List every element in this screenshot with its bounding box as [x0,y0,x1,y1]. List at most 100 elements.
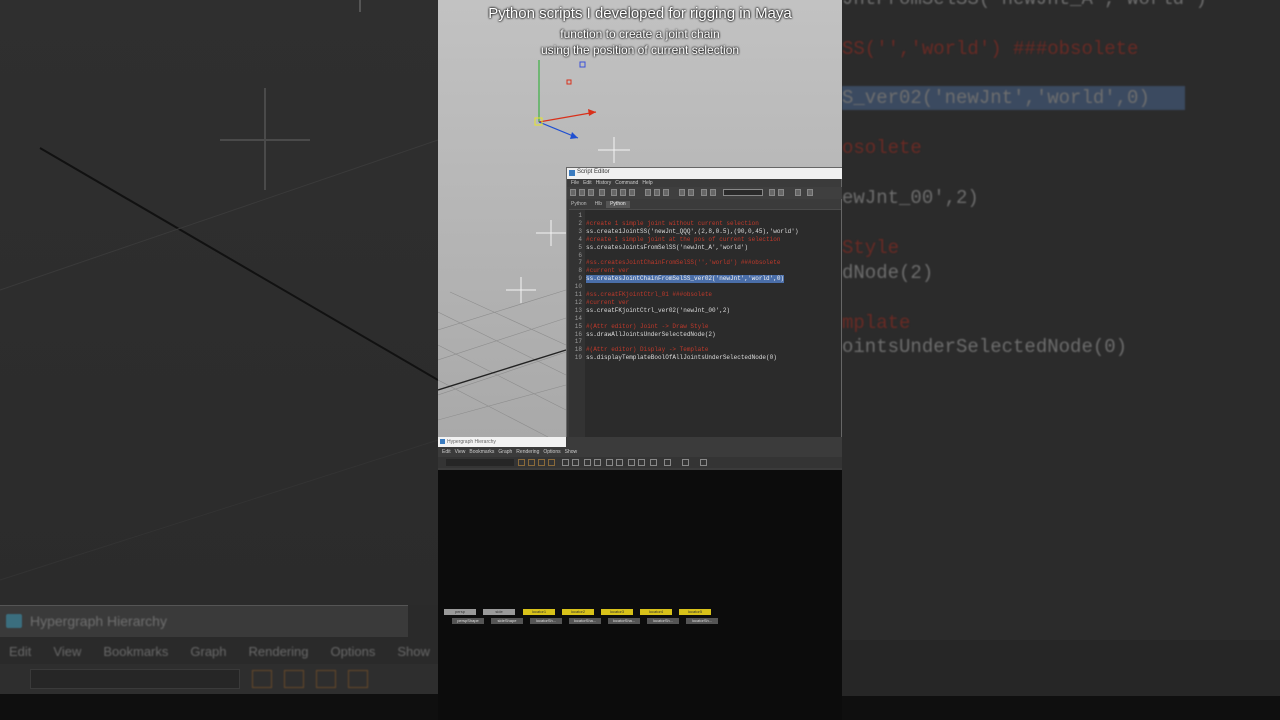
hypergraph-node[interactable]: side [483,609,515,615]
code-line[interactable]: 11 #ss.creatFKjointCtrl_01 ###obsolete [569,291,841,299]
tab-python[interactable]: Python [567,201,591,208]
open-icon[interactable] [570,189,576,196]
left-menu-item: Options [330,644,376,659]
menu-edit[interactable]: Edit [583,180,592,187]
script-editor-titlebar[interactable]: Script Editor [567,168,842,179]
clear-icon[interactable] [654,189,660,196]
right-code-line: dNode(2) [842,262,934,284]
code-line[interactable]: 10 [569,283,841,291]
code-line[interactable]: 14 [569,315,841,323]
check-icon[interactable] [629,189,635,196]
hypergraph-search-field[interactable] [446,459,514,466]
hg-menu-bookmarks[interactable]: Bookmarks [469,449,494,456]
hypergraph-shape-node[interactable]: locatorSha... [608,618,640,624]
code-line[interactable]: 15 #(Attr editor) Joint -> Draw Style [569,323,841,331]
list-icon[interactable] [688,189,694,196]
tab-python-active[interactable]: Python [606,201,630,208]
menu-file[interactable]: File [571,180,579,187]
font-icon[interactable] [795,189,801,196]
code-line[interactable]: 18 #(Attr editor) Display -> Template [569,346,841,354]
menu-history[interactable]: History [596,180,612,187]
hypergraph-node[interactable]: locator3 [601,609,633,615]
tool-icon[interactable] [628,459,635,466]
hg-menu-options[interactable]: Options [543,449,560,456]
tool-icon[interactable] [682,459,689,466]
comment-text: #current ver [586,298,630,306]
search-field[interactable] [723,189,763,196]
tool-icon[interactable] [538,459,545,466]
tool-icon[interactable] [572,459,579,466]
tool-icon[interactable] [562,459,569,466]
menu-command[interactable]: Command [615,180,638,187]
tool-icon[interactable] [616,459,623,466]
tool-icon[interactable] [518,459,525,466]
code-line[interactable]: 5 ss.createsJointsFromSelSS('newJnt_A','w… [569,244,841,252]
list-icon[interactable] [679,189,685,196]
left-menu-item: Bookmarks [103,644,169,659]
hypergraph-title: Hypergraph Hierarchy [447,439,496,445]
line-number: 3 [578,227,582,235]
tool-icon[interactable] [664,459,671,466]
tool-icon[interactable] [638,459,645,466]
hg-menu-graph[interactable]: Graph [498,449,512,456]
hg-menu-edit[interactable]: Edit [442,449,451,456]
save-as-icon[interactable] [588,189,594,196]
tool-icon[interactable] [650,459,657,466]
tool-icon[interactable] [606,459,613,466]
left-grid-lines [0,0,438,581]
script-editor-icon [569,170,575,176]
hypergraph-titlebar[interactable]: Hypergraph Hierarchy [438,437,566,447]
code-line[interactable]: 7 #ss.createsJointChainFromSelSS('','worl… [569,259,841,267]
clear-icon[interactable] [663,189,669,196]
tool-icon [252,670,272,688]
check-icon[interactable] [620,189,626,196]
hypergraph-node[interactable]: locator4 [640,609,672,615]
search-down-icon[interactable] [769,189,775,196]
code-line[interactable]: 9 ss.createsJointChainFromSelSS_ver02('ne… [569,275,841,284]
hypergraph-shape-node[interactable]: perspShape [452,618,484,624]
code-line[interactable]: 2 #create 1 simple joint without current … [569,220,841,228]
code-line[interactable]: 4 #create 1 simple joint at the pos of cu… [569,236,841,244]
code-line[interactable]: 12 #current ver [569,299,841,307]
hypergraph-node[interactable]: locator5 [679,609,711,615]
hypergraph-canvas[interactable]: persp side locator1 locator2 locator3 locator… [438,470,842,670]
hypergraph-node[interactable]: persp [444,609,476,615]
hypergraph-shape-node[interactable]: locatorSha... [569,618,601,624]
execute-icon[interactable] [710,189,716,196]
code-line[interactable]: 17 [569,338,841,346]
hypergraph-node[interactable]: locator1 [523,609,555,615]
tool-icon[interactable] [584,459,591,466]
check-icon[interactable] [611,189,617,196]
echo-icon[interactable] [599,189,605,196]
code-line[interactable]: 8 #current ver [569,267,841,275]
line-number: 8 [578,267,582,275]
tool-icon[interactable] [700,459,707,466]
hg-menu-view[interactable]: View [455,449,466,456]
menu-help[interactable]: Help [642,180,652,187]
hypergraph-shape-node[interactable]: locatorSh... [530,618,562,624]
hg-menu-rendering[interactable]: Rendering [516,449,539,456]
code-text: ss.drawAllJointsUnderSelectedNode(2) [586,330,716,338]
tool-icon[interactable] [594,459,601,466]
search-up-icon[interactable] [778,189,784,196]
tool-icon[interactable] [528,459,535,466]
code-line[interactable]: 1 [569,212,841,220]
code-line[interactable]: 6 [569,252,841,260]
clear-icon[interactable] [645,189,651,196]
code-editor[interactable]: 1 2 #create 1 simple joint without current… [569,209,841,451]
hg-menu-show[interactable]: Show [565,449,578,456]
line-number: 10 [574,283,582,291]
tab-mel[interactable]: Hlb [591,201,607,208]
tool-icon[interactable] [548,459,555,466]
code-line[interactable]: 3 ss.create1JointSS('newJnt_QQQ',(2,8,0.5… [569,228,841,236]
hypergraph-node[interactable]: locator2 [562,609,594,615]
hypergraph-shape-node[interactable]: locatorSh... [686,618,718,624]
code-line[interactable]: 19 ss.displayTemplateBoolOfAllJointsUnder… [569,354,841,362]
execute-all-icon[interactable] [701,189,707,196]
code-line[interactable]: 16 ss.drawAllJointsUnderSelectedNode(2) [569,331,841,339]
close-panel-icon[interactable] [807,189,813,196]
hypergraph-shape-node[interactable]: sideShape [491,618,523,624]
code-line[interactable]: 13 ss.creatFKjointCtrl_ver02('newJnt_00',… [569,307,841,315]
save-icon[interactable] [579,189,585,196]
hypergraph-shape-node[interactable]: locatorSh... [647,618,679,624]
